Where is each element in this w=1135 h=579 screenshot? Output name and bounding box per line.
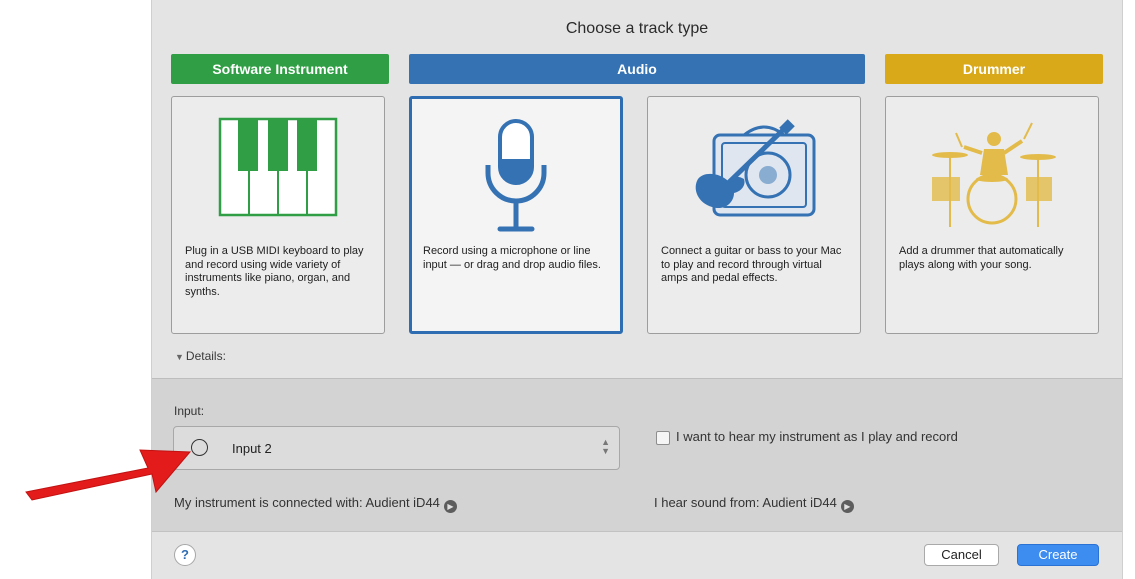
category-audio: Audio [409,54,865,84]
card-microphone[interactable]: Record using a microphone or line input … [409,96,623,334]
arrow-right-circle-icon[interactable]: ▶ [443,500,457,513]
card-guitar-bass[interactable]: Connect a guitar or bass to your Mac to … [647,96,861,334]
guitar-amp-icon [695,119,816,217]
card-description: Add a drummer that automatically plays a… [899,245,1064,271]
card-drummer[interactable]: Add a drummer that automatically plays a… [885,96,1099,334]
hear-sound-from-row: I hear sound from: Audient iD44 ▶ [654,495,854,513]
red-arrow-annotation [25,449,192,501]
category-drummer: Drummer [885,54,1103,84]
card-description: Connect a guitar or bass to your Mac to … [661,245,842,284]
hear-instrument-checkbox[interactable] [656,431,670,445]
microphone-icon [485,119,547,232]
create-button[interactable]: Create [1017,544,1099,566]
cancel-button[interactable]: Cancel [924,544,999,566]
hear-instrument-label[interactable]: I want to hear my instrument as I play a… [676,429,958,444]
hear-sound-from-text: I hear sound from: Audient iD44 [654,495,837,510]
card-description: Record using a microphone or line input … [423,245,601,271]
drummer-icon [932,122,1056,227]
arrow-right-circle-icon[interactable]: ▶ [840,500,854,513]
chevron-updown-icon: ▲ ▼ [601,437,610,456]
